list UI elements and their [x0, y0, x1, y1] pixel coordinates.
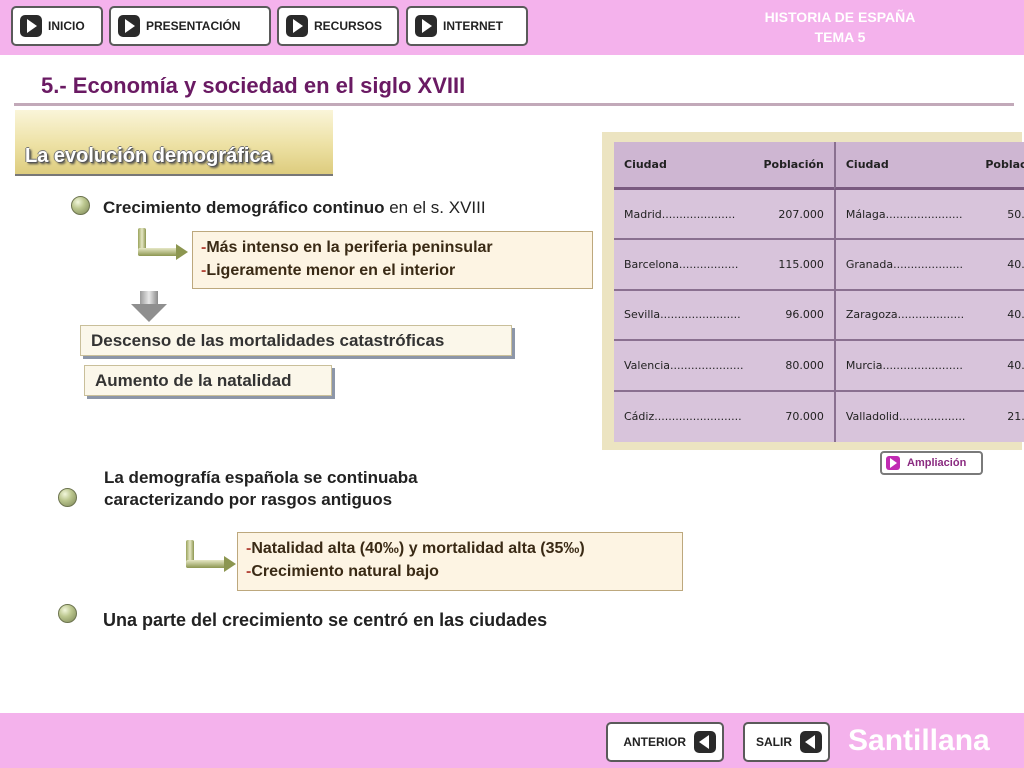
- bullet-cities: Una parte del crecimiento se centró en l…: [103, 610, 548, 630]
- pill-mortality-decline: Descenso de las mortalidades catastrófic…: [80, 325, 512, 356]
- course-subject: HISTORIA DE ESPAÑA: [764, 9, 916, 25]
- section-tab-underline: [15, 174, 333, 176]
- table-header-row: Ciudad Población Ciudad Población: [614, 142, 1024, 190]
- section-tab-label: La evolución demográfica: [25, 145, 272, 167]
- growth-detail-periphery: -Más intenso en la periferia peninsular: [201, 239, 493, 256]
- back-arrow-icon: [800, 731, 822, 753]
- back-arrow-icon: [694, 731, 716, 753]
- play-arrow-icon: [415, 15, 437, 37]
- table-row: Sevilla....................... 96.000 Za…: [614, 290, 1024, 342]
- bullet-old-traits-line2: caracterizando por rasgos antiguos: [104, 490, 393, 509]
- table-row: Cádiz......................... 70.000 Va…: [614, 391, 1024, 442]
- sphere-bullet-icon: [71, 196, 90, 215]
- bullet-growth: Crecimiento demográfico continuo en el s…: [103, 197, 486, 219]
- down-arrow-icon: [131, 291, 167, 323]
- col-header-population: Población: [753, 142, 834, 190]
- col-header-city: Ciudad: [833, 142, 976, 190]
- salir-button[interactable]: SALIR: [743, 722, 830, 762]
- salir-label: SALIR: [756, 735, 792, 749]
- growth-detail-interior: -Ligeramente menor en el interior: [201, 262, 456, 279]
- ampliacion-label: Ampliación: [907, 457, 967, 469]
- growth-details-box: -Más intenso en la periferia peninsular …: [192, 231, 593, 289]
- course-title: HISTORIA DE ESPAÑA TEMA 5: [740, 7, 940, 47]
- bullet-old-traits-line1: La demografía española se continuaba: [104, 468, 418, 487]
- anterior-label: ANTERIOR: [623, 735, 686, 749]
- publisher-logo: Santillana: [848, 724, 990, 757]
- inicio-button[interactable]: INICIO: [11, 6, 103, 46]
- old-traits-detail-rates: -Natalidad alta (40‰) y mortalidad alta …: [246, 540, 585, 557]
- ampliacion-button[interactable]: Ampliación: [880, 451, 983, 475]
- play-arrow-icon: [886, 456, 900, 470]
- recursos-button[interactable]: RECURSOS: [277, 6, 399, 46]
- old-traits-details-box: -Natalidad alta (40‰) y mortalidad alta …: [237, 532, 683, 591]
- internet-label: INTERNET: [443, 19, 503, 33]
- play-arrow-icon: [286, 15, 308, 37]
- play-arrow-icon: [118, 15, 140, 37]
- connector-arrow-icon: [138, 228, 188, 260]
- title-divider: [14, 103, 1014, 106]
- table-row: Valencia..................... 80.000 Mur…: [614, 341, 1024, 392]
- col-header-population: Población: [975, 142, 1024, 190]
- play-arrow-icon: [20, 15, 42, 37]
- course-unit: TEMA 5: [814, 29, 866, 45]
- presentacion-button[interactable]: PRESENTACIÓN: [109, 6, 271, 46]
- internet-button[interactable]: INTERNET: [406, 6, 528, 46]
- table-row: Madrid..................... 207.000 Mála…: [614, 190, 1024, 241]
- presentacion-label: PRESENTACIÓN: [146, 19, 241, 33]
- anterior-button[interactable]: ANTERIOR: [606, 722, 724, 762]
- connector-arrow-icon: [186, 540, 236, 572]
- section-tab: La evolución demográfica: [15, 110, 333, 174]
- bullet-growth-rest: en el s. XVIII: [384, 198, 486, 217]
- inicio-label: INICIO: [48, 19, 85, 33]
- sphere-bullet-icon: [58, 488, 77, 507]
- sphere-bullet-icon: [58, 604, 77, 623]
- page-title: 5.- Economía y sociedad en el siglo XVII…: [41, 73, 466, 98]
- bullet-old-traits: La demografía española se continuaba car…: [104, 467, 418, 511]
- col-header-city: Ciudad: [614, 142, 754, 190]
- recursos-label: RECURSOS: [314, 19, 383, 33]
- bullet-growth-bold: Crecimiento demográfico continuo: [103, 198, 385, 217]
- old-traits-detail-growth: -Crecimiento natural bajo: [246, 563, 439, 580]
- pill-birthrate-increase: Aumento de la natalidad: [84, 365, 332, 396]
- population-table: Ciudad Población Ciudad Población Madrid…: [614, 142, 1024, 442]
- table-row: Barcelona................. 115.000 Grana…: [614, 240, 1024, 291]
